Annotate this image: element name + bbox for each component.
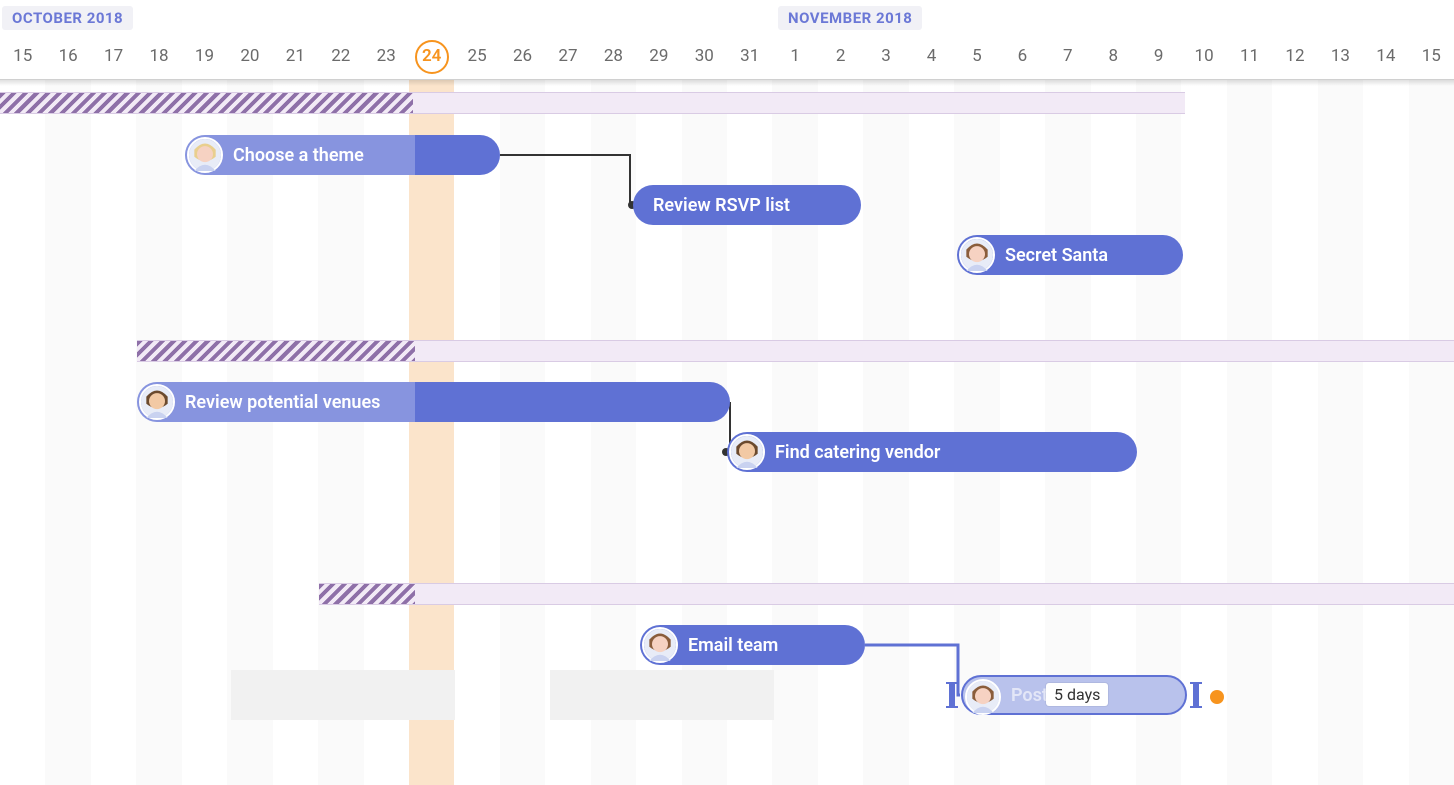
- avatar-icon: [187, 137, 223, 173]
- summary-bar-3[interactable]: [319, 583, 1454, 605]
- day-cell[interactable]: 4: [909, 32, 954, 80]
- day-row[interactable]: 1516171819202122232425262728293031123456…: [0, 32, 1454, 80]
- task-label: Review potential venues: [185, 392, 380, 413]
- day-cell[interactable]: 25: [454, 32, 499, 80]
- summary-bar-2[interactable]: [137, 340, 1454, 362]
- task-review-rsvp[interactable]: Review RSVP list: [633, 185, 861, 225]
- month-label-oct: OCTOBER 2018: [2, 6, 133, 30]
- summary-bar-1[interactable]: [0, 92, 1185, 114]
- day-cell[interactable]: 26: [500, 32, 545, 80]
- day-cell[interactable]: 8: [1091, 32, 1136, 80]
- task-email-team[interactable]: Email team: [640, 625, 865, 665]
- day-cell[interactable]: 28: [591, 32, 636, 80]
- day-cell[interactable]: 1: [772, 32, 817, 80]
- day-cell[interactable]: 31: [727, 32, 772, 80]
- today-ring-icon: [415, 40, 449, 74]
- avatar-icon: [139, 384, 175, 420]
- task-find-catering[interactable]: Find catering vendor: [727, 432, 1137, 472]
- task-label: Post: [1011, 685, 1048, 706]
- day-cell[interactable]: 10: [1181, 32, 1226, 80]
- day-cell[interactable]: 22: [318, 32, 363, 80]
- duration-tooltip: 5 days: [1046, 683, 1108, 706]
- day-cell[interactable]: 17: [91, 32, 136, 80]
- task-label: Review RSVP list: [653, 195, 790, 216]
- milestone-dot[interactable]: [1210, 690, 1224, 704]
- summary-progress-2: [137, 341, 415, 361]
- avatar-icon: [729, 434, 765, 470]
- task-secret-santa[interactable]: Secret Santa: [957, 235, 1183, 275]
- day-cell[interactable]: 20: [227, 32, 272, 80]
- resize-handle-right[interactable]: [1193, 683, 1199, 707]
- day-cell[interactable]: 24: [409, 32, 454, 80]
- task-review-venues[interactable]: Review potential venues: [137, 382, 730, 422]
- day-cell[interactable]: 11: [1227, 32, 1272, 80]
- day-cell[interactable]: 21: [273, 32, 318, 80]
- task-choose-theme[interactable]: Choose a theme: [185, 135, 500, 175]
- summary-progress-3: [319, 584, 415, 604]
- task-label: Secret Santa: [1005, 245, 1108, 266]
- day-cell[interactable]: 30: [682, 32, 727, 80]
- day-cell[interactable]: 15: [1409, 32, 1454, 80]
- task-label: Email team: [688, 635, 778, 656]
- day-cell[interactable]: 16: [45, 32, 90, 80]
- timeline-header: OCTOBER 2018 NOVEMBER 2018 1516171819202…: [0, 0, 1454, 80]
- day-cell[interactable]: 6: [1000, 32, 1045, 80]
- day-cell[interactable]: 18: [136, 32, 181, 80]
- day-cell[interactable]: 15: [0, 32, 45, 80]
- month-row: OCTOBER 2018 NOVEMBER 2018: [0, 0, 1454, 32]
- task-label: Find catering vendor: [775, 442, 940, 463]
- day-cell[interactable]: 5: [954, 32, 999, 80]
- resize-handle-left[interactable]: [949, 683, 955, 707]
- avatar-icon: [959, 237, 995, 273]
- summary-progress-1: [0, 93, 413, 113]
- day-cell[interactable]: 9: [1136, 32, 1181, 80]
- selection-bg-2: [550, 670, 774, 720]
- day-cell[interactable]: 29: [636, 32, 681, 80]
- selection-bg-1: [231, 670, 455, 720]
- day-cell[interactable]: 2: [818, 32, 863, 80]
- gantt-canvas[interactable]: Choose a theme Review RSVP list Secret S…: [0, 80, 1454, 785]
- header-shadow: [0, 80, 1454, 86]
- day-cell[interactable]: 13: [1318, 32, 1363, 80]
- avatar-icon: [965, 679, 1001, 715]
- day-cell[interactable]: 3: [863, 32, 908, 80]
- month-label-nov: NOVEMBER 2018: [778, 6, 922, 30]
- task-label: Choose a theme: [233, 145, 364, 166]
- day-cell[interactable]: 27: [545, 32, 590, 80]
- avatar-icon: [642, 627, 678, 663]
- day-cell[interactable]: 19: [182, 32, 227, 80]
- day-cell[interactable]: 23: [364, 32, 409, 80]
- day-cell[interactable]: 14: [1363, 32, 1408, 80]
- day-cell[interactable]: 12: [1272, 32, 1317, 80]
- day-cell[interactable]: 7: [1045, 32, 1090, 80]
